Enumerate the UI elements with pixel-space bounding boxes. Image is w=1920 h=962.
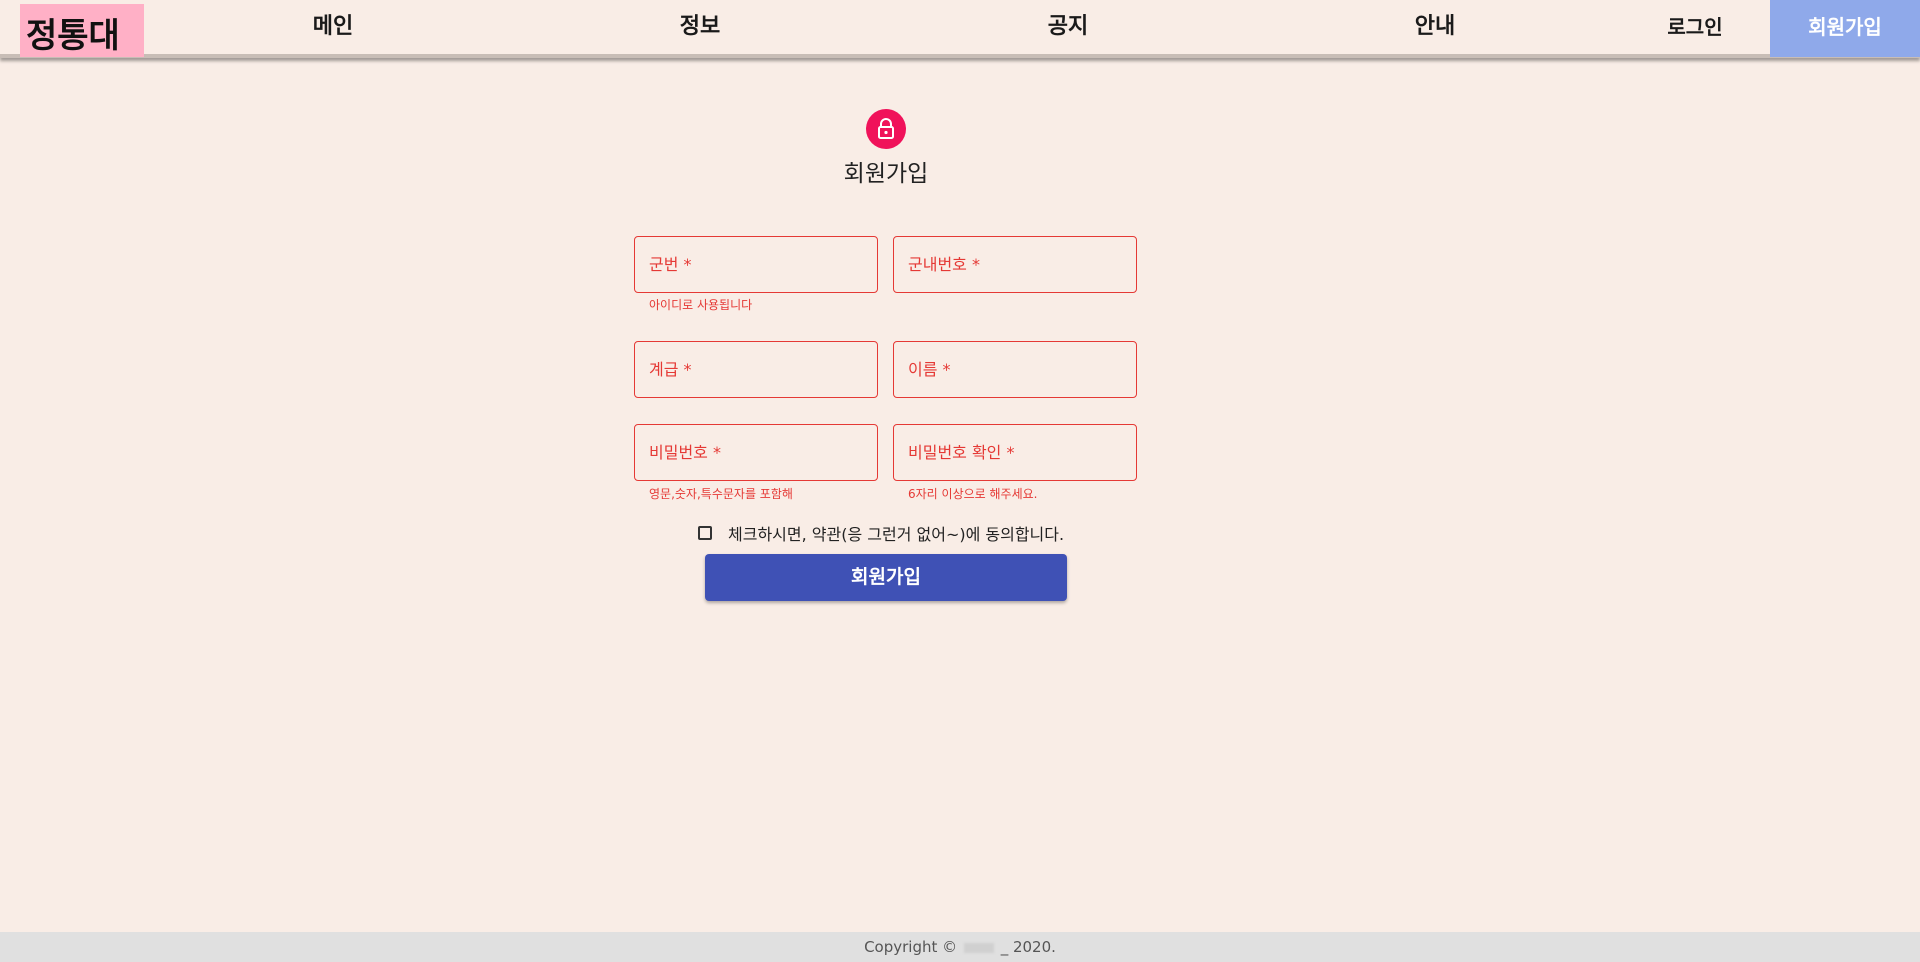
- lock-icon: [866, 109, 906, 149]
- password-confirm-label: 비밀번호 확인 *: [908, 443, 1015, 462]
- terms-agree-text: 체크하시면, 약관(응 그런거 없어~)에 동의합니다.: [728, 525, 1065, 544]
- nav-signup[interactable]: 회원가입: [1770, 0, 1920, 57]
- password-confirm-field[interactable]: 비밀번호 확인 *: [893, 424, 1137, 481]
- internal-phone-label: 군내번호 *: [908, 255, 980, 274]
- password-field[interactable]: 비밀번호 *: [634, 424, 878, 481]
- copyright-prefix: Copyright ©: [864, 938, 958, 956]
- internal-phone-field[interactable]: 군내번호 *: [893, 236, 1137, 293]
- serial-number-label: 군번 *: [649, 255, 692, 274]
- terms-checkbox[interactable]: [698, 526, 712, 540]
- nav-notice[interactable]: 공지: [1018, 0, 1118, 54]
- serial-number-field[interactable]: 군번 *: [634, 236, 878, 293]
- terms-agree-row: 체크하시면, 약관(응 그런거 없어~)에 동의합니다.: [698, 522, 1064, 544]
- copyright-suffix: _ 2020.: [1000, 938, 1056, 956]
- signup-page: 정통대 메인 정보 공지 안내 로그인 회원가입 회원가입 군번 * 아이디로 …: [0, 0, 1920, 962]
- signup-submit-button[interactable]: 회원가입: [705, 554, 1067, 601]
- redacted-name: [963, 942, 994, 953]
- nav-main[interactable]: 메인: [283, 0, 383, 54]
- site-logo[interactable]: 정통대: [20, 4, 144, 57]
- top-navbar: 정통대 메인 정보 공지 안내 로그인 회원가입: [0, 0, 1920, 58]
- nav-info[interactable]: 정보: [650, 0, 750, 54]
- lock-icon-svg: [878, 118, 894, 139]
- page-title: 회원가입: [843, 161, 929, 187]
- rank-field[interactable]: 계급 *: [634, 341, 878, 398]
- serial-number-helper: 아이디로 사용됩니다: [649, 298, 753, 312]
- password-confirm-helper: 6자리 이상으로 해주세요.: [908, 487, 1038, 501]
- rank-label: 계급 *: [649, 360, 692, 379]
- name-field[interactable]: 이름 *: [893, 341, 1137, 398]
- name-label: 이름 *: [908, 360, 951, 379]
- nav-guide[interactable]: 안내: [1385, 0, 1485, 54]
- nav-login[interactable]: 로그인: [1645, 0, 1745, 54]
- password-label: 비밀번호 *: [649, 443, 721, 462]
- password-helper: 영문,숫자,특수문자를 포함해: [649, 487, 793, 501]
- footer: Copyright © _ 2020.: [0, 932, 1920, 962]
